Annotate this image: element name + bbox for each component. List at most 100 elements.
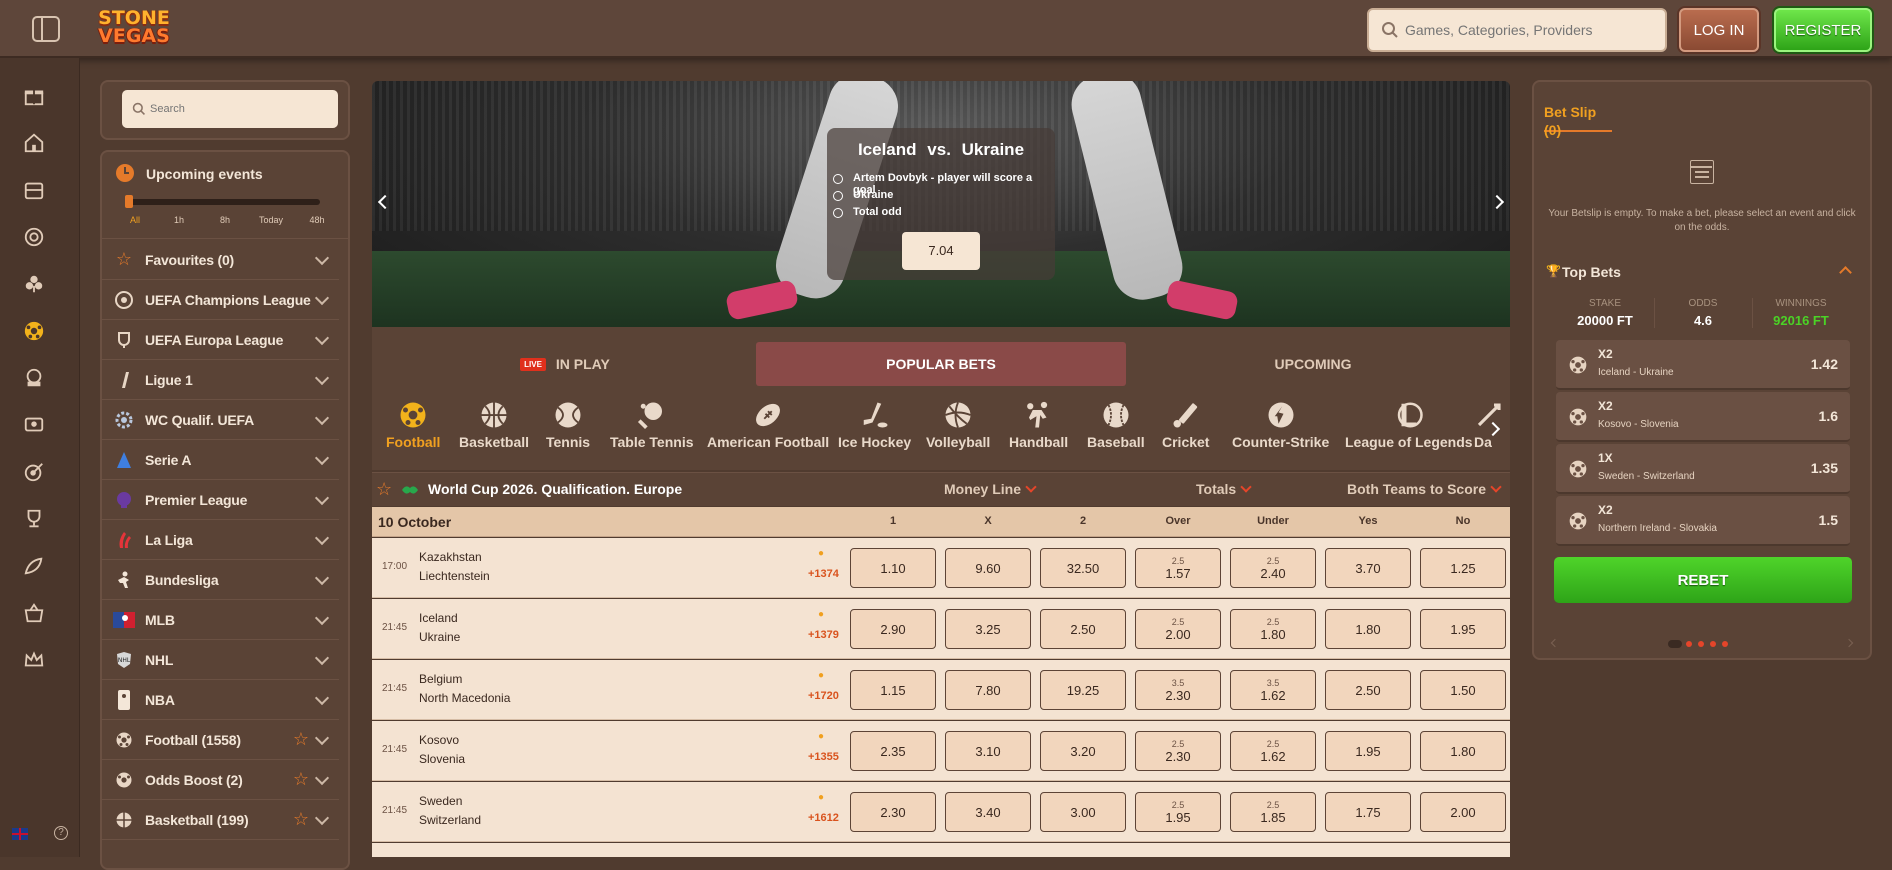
- sidebar-item-basketball[interactable]: Basketball (199) ☆: [101, 800, 339, 840]
- sport-volleyball[interactable]: Volleyball: [926, 400, 990, 458]
- more-markets-link[interactable]: +1379: [808, 629, 839, 641]
- shop-basket-icon[interactable]: [20, 599, 48, 627]
- promotions-icon[interactable]: [20, 552, 48, 580]
- odd-button-over[interactable]: 2.5 2.30: [1135, 731, 1221, 771]
- sport-baseball[interactable]: Baseball: [1087, 400, 1145, 458]
- odd-button-1[interactable]: 1.15: [850, 670, 936, 710]
- tab-upcoming[interactable]: UPCOMING: [1128, 342, 1498, 386]
- table-row[interactable]: 21:45 Belgium North Macedonia ● +1720 1.…: [372, 660, 1510, 720]
- sidebar-item-serie-a[interactable]: Serie A: [101, 440, 339, 480]
- game-search-input[interactable]: [1405, 19, 1655, 41]
- odd-button-under[interactable]: 2.5 2.40: [1230, 548, 1316, 588]
- time-filter-48h[interactable]: 48h: [302, 215, 332, 225]
- carousel-dot[interactable]: [1698, 641, 1704, 647]
- market-money-line-dropdown[interactable]: Money Line: [944, 481, 1037, 497]
- favourite-star-icon[interactable]: ☆: [293, 770, 309, 788]
- carousel-dot[interactable]: [1686, 641, 1692, 647]
- sidebar-item-football[interactable]: Football (1558) ☆: [101, 720, 339, 760]
- carousel-dot-active[interactable]: [1668, 640, 1682, 648]
- sidebar-search-input[interactable]: [150, 101, 330, 117]
- odd-button-no[interactable]: 1.95: [1420, 609, 1506, 649]
- sidebar-item-europa-league[interactable]: UEFA Europa League: [101, 320, 339, 360]
- login-button[interactable]: LOG IN: [1679, 8, 1759, 52]
- odd-button-under[interactable]: 2.5 1.80: [1230, 609, 1316, 649]
- gift-icon[interactable]: [20, 82, 48, 110]
- sport-cricket[interactable]: Cricket: [1162, 400, 1209, 458]
- sidebar-item-mlb[interactable]: MLB: [101, 600, 339, 640]
- odd-button-yes[interactable]: 3.70: [1325, 548, 1411, 588]
- target-icon[interactable]: [20, 458, 48, 486]
- odd-button-2[interactable]: 3.00: [1040, 792, 1126, 832]
- table-row[interactable]: 17:00 Kazakhstan Liechtenstein ● +1374 1…: [372, 538, 1510, 598]
- odd-button-x[interactable]: 3.25: [945, 609, 1031, 649]
- more-markets-link[interactable]: +1355: [808, 751, 839, 763]
- favourite-star-icon[interactable]: ☆: [293, 810, 309, 828]
- sport-handball[interactable]: Handball: [1009, 400, 1068, 458]
- table-row[interactable]: 21:45 Iceland Ukraine ● +1379 2.90 3.25 …: [372, 599, 1510, 659]
- more-markets-link[interactable]: +1720: [808, 690, 839, 702]
- language-flag-icon[interactable]: [12, 828, 28, 840]
- trophy-icon[interactable]: [20, 505, 48, 533]
- casino-icon[interactable]: [20, 176, 48, 204]
- logo[interactable]: STONE VEGAS: [88, 6, 180, 52]
- sport-league-of-legends[interactable]: League of Legends: [1345, 400, 1473, 458]
- tab-in-play[interactable]: LIVE IN PLAY: [380, 342, 750, 386]
- sidebar-item-champions-league[interactable]: UEFA Champions League: [101, 280, 339, 320]
- odd-button-over[interactable]: 3.5 2.30: [1135, 670, 1221, 710]
- sport-table-tennis[interactable]: Table Tennis: [610, 400, 694, 458]
- sport-football[interactable]: Football: [386, 400, 440, 458]
- time-filter-1h[interactable]: 1h: [164, 215, 194, 225]
- tab-popular-bets[interactable]: POPULAR BETS: [756, 342, 1126, 386]
- odd-button-over[interactable]: 2.5 2.00: [1135, 609, 1221, 649]
- home-icon[interactable]: [20, 129, 48, 157]
- odd-button-x[interactable]: 9.60: [945, 548, 1031, 588]
- time-range-slider[interactable]: [125, 195, 320, 208]
- sidebar-toggle-button[interactable]: [32, 16, 60, 42]
- market-totals-dropdown[interactable]: Totals: [1196, 481, 1252, 497]
- odd-button-1[interactable]: 2.35: [850, 731, 936, 771]
- odd-button-1[interactable]: 1.10: [850, 548, 936, 588]
- odd-button-x[interactable]: 3.10: [945, 731, 1031, 771]
- time-filter-today[interactable]: Today: [256, 215, 286, 225]
- odd-button-2[interactable]: 3.20: [1040, 731, 1126, 771]
- tv-games-icon[interactable]: [20, 411, 48, 439]
- time-filter-8h[interactable]: 8h: [210, 215, 240, 225]
- sidebar-item-nba[interactable]: NBA: [101, 680, 339, 720]
- more-markets-link[interactable]: +1374: [808, 568, 839, 580]
- top-bet-item[interactable]: X2 Kosovo - Slovenia 1.6: [1556, 392, 1850, 442]
- odd-button-1[interactable]: 2.30: [850, 792, 936, 832]
- hero-odd-button[interactable]: 7.04: [902, 232, 980, 270]
- odd-button-over[interactable]: 2.5 1.57: [1135, 548, 1221, 588]
- sidebar-item-ligue1[interactable]: Ligue 1: [101, 360, 339, 400]
- odd-button-yes[interactable]: 2.50: [1325, 670, 1411, 710]
- odd-button-x[interactable]: 7.80: [945, 670, 1031, 710]
- carousel-dot[interactable]: [1710, 641, 1716, 647]
- rebet-button[interactable]: REBET: [1554, 557, 1852, 603]
- top-bet-item[interactable]: X2 Iceland - Ukraine 1.42: [1556, 340, 1850, 390]
- odd-button-under[interactable]: 3.5 1.62: [1230, 670, 1316, 710]
- odd-button-no[interactable]: 1.50: [1420, 670, 1506, 710]
- sidebar-item-premier-league[interactable]: Premier League: [101, 480, 339, 520]
- odd-button-2[interactable]: 2.50: [1040, 609, 1126, 649]
- time-filter-all[interactable]: All: [120, 215, 150, 225]
- odd-button-under[interactable]: 2.5 1.85: [1230, 792, 1316, 832]
- sport-american-football[interactable]: American Football: [707, 400, 829, 458]
- table-row[interactable]: 21:45 Kosovo Slovenia ● +1355 2.35 3.10 …: [372, 721, 1510, 781]
- vip-crown-icon[interactable]: [20, 646, 48, 674]
- odd-button-no[interactable]: 2.00: [1420, 792, 1506, 832]
- league-favourite-star-icon[interactable]: ☆: [376, 479, 392, 500]
- carousel-dot[interactable]: [1722, 641, 1728, 647]
- sidebar-item-nhl[interactable]: NHL NHL: [101, 640, 339, 680]
- odd-button-yes[interactable]: 1.80: [1325, 609, 1411, 649]
- top-bets-header[interactable]: 🏆 Top Bets: [1546, 262, 1858, 282]
- table-row[interactable]: 21:45 Sweden Switzerland ● +1612 2.30 3.…: [372, 782, 1510, 842]
- odd-button-yes[interactable]: 1.75: [1325, 792, 1411, 832]
- sport-tennis[interactable]: Tennis: [546, 400, 590, 458]
- roulette-icon[interactable]: [20, 223, 48, 251]
- register-button[interactable]: REGISTER: [1774, 8, 1872, 52]
- poker-chip-icon[interactable]: [20, 270, 48, 298]
- odd-button-over[interactable]: 2.5 1.95: [1135, 792, 1221, 832]
- odd-button-2[interactable]: 19.25: [1040, 670, 1126, 710]
- live-dealer-icon[interactable]: [20, 364, 48, 392]
- sidebar-item-la-liga[interactable]: La Liga: [101, 520, 339, 560]
